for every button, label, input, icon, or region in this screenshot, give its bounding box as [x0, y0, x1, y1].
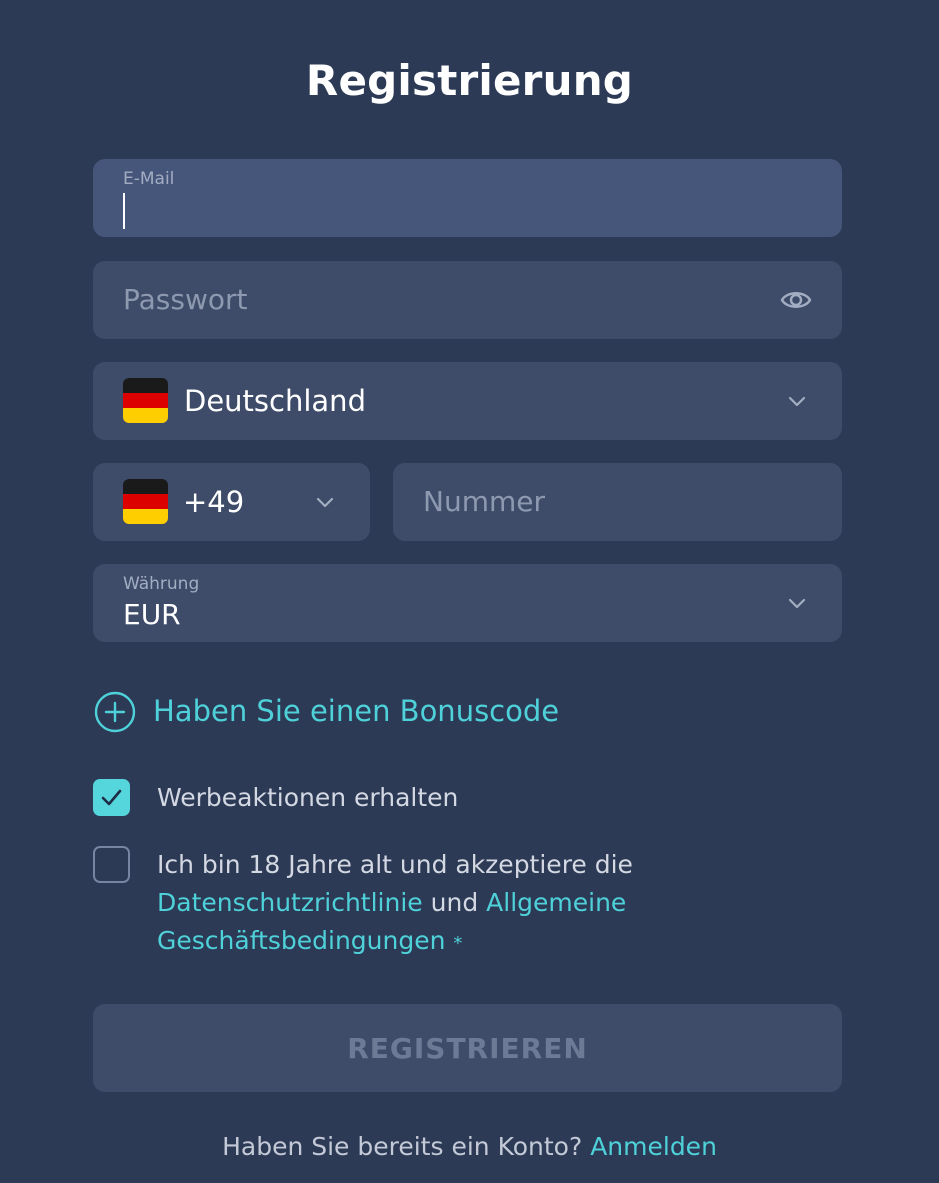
terms-text: Ich bin 18 Jahre alt und akzeptiere die …: [157, 846, 797, 963]
email-field[interactable]: E-Mail: [93, 159, 842, 237]
terms-line1: Ich bin 18 Jahre alt und akzeptiere die: [157, 850, 633, 879]
phone-code-value: +49: [183, 485, 245, 519]
currency-label: Währung: [123, 574, 200, 594]
phone-number-placeholder: Nummer: [423, 485, 545, 518]
eye-icon[interactable]: [780, 285, 812, 315]
login-prompt: Haben Sie bereits ein Konto? Anmelden: [0, 1132, 939, 1161]
terms-and-text: und: [430, 888, 479, 917]
promotions-label: Werbeaktionen erhalten: [157, 783, 459, 812]
password-placeholder: Passwort: [123, 283, 248, 316]
email-label: E-Mail: [123, 169, 175, 189]
phone-code-select[interactable]: +49: [93, 463, 370, 541]
currency-select[interactable]: Währung EUR: [93, 564, 842, 642]
terms-link-part1[interactable]: Allgemeine: [486, 888, 626, 917]
password-field[interactable]: Passwort: [93, 261, 842, 339]
country-select[interactable]: Deutschland: [93, 362, 842, 440]
chevron-down-icon: [788, 598, 806, 609]
chevron-down-icon: [788, 396, 806, 407]
chevron-down-icon: [316, 497, 334, 508]
login-prompt-text: Haben Sie bereits ein Konto?: [222, 1132, 583, 1161]
germany-flag-icon: [123, 378, 168, 423]
promotions-checkbox[interactable]: [93, 779, 130, 816]
checkmark-icon: [101, 789, 122, 806]
page-title: Registrierung: [305, 56, 634, 105]
privacy-policy-link[interactable]: Datenschutzrichtlinie: [157, 888, 423, 917]
register-button[interactable]: REGISTRIEREN: [93, 1004, 842, 1092]
terms-link-part2[interactable]: Geschäftsbedingungen: [157, 926, 445, 955]
required-mark: *: [453, 933, 463, 954]
terms-checkbox[interactable]: [93, 846, 130, 883]
currency-value: EUR: [123, 598, 181, 631]
bonus-code-label: Haben Sie einen Bonuscode: [153, 694, 560, 728]
phone-number-field[interactable]: Nummer: [393, 463, 842, 541]
plus-circle-icon: [94, 691, 136, 733]
login-link[interactable]: Anmelden: [590, 1132, 717, 1161]
text-caret: [123, 193, 125, 229]
country-value: Deutschland: [184, 384, 366, 418]
germany-flag-icon: [123, 479, 168, 524]
